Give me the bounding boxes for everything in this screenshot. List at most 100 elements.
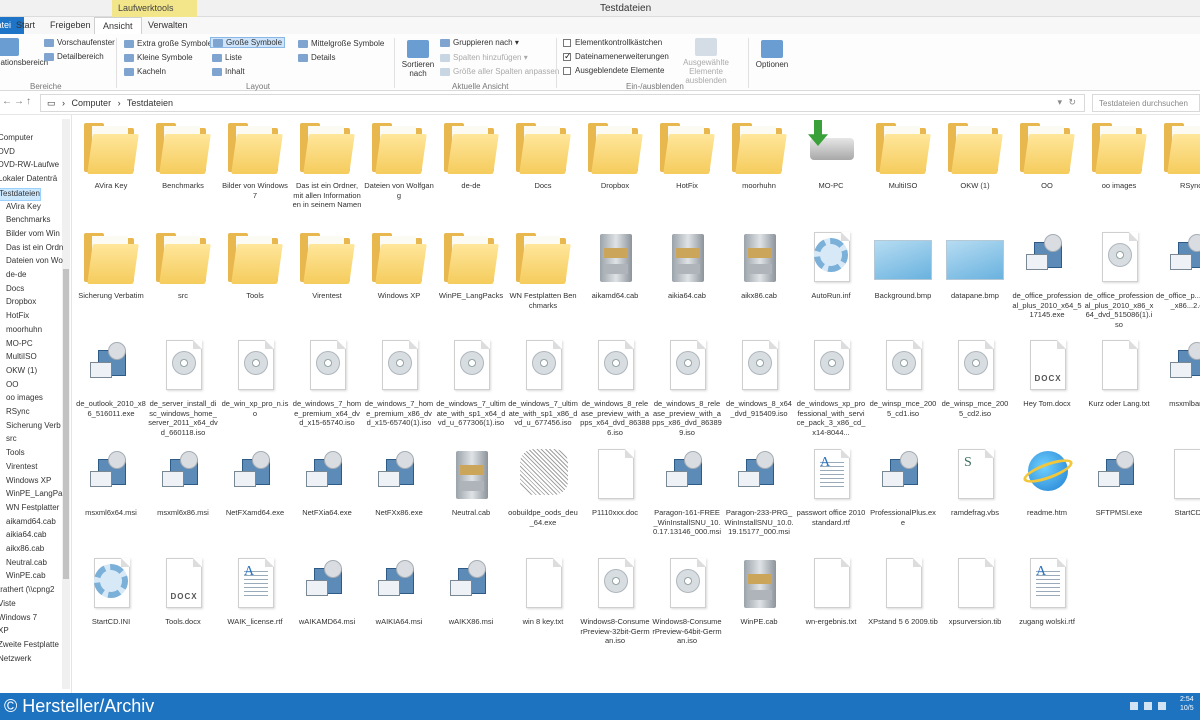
file-item[interactable]: StartCD.INI bbox=[76, 554, 146, 627]
nav-item[interactable]: aikx86.cab bbox=[6, 544, 44, 557]
layout-large-icons[interactable]: Große Symbole bbox=[210, 37, 286, 48]
file-item[interactable]: NetFXamd64.exe bbox=[220, 445, 290, 518]
nav-item[interactable]: DVD bbox=[0, 147, 15, 160]
file-item[interactable]: de_server_install_disc_windows_home_serv… bbox=[148, 336, 218, 437]
tray-flag-icon[interactable] bbox=[1130, 702, 1138, 710]
nav-item[interactable]: Das ist ein Ordn bbox=[6, 243, 63, 256]
file-item[interactable]: Virentest bbox=[292, 228, 362, 301]
nav-item[interactable]: Neutral.cab bbox=[6, 558, 47, 571]
file-item[interactable]: NetFXia64.exe bbox=[292, 445, 362, 518]
back-arrow-icon[interactable]: ← bbox=[2, 96, 12, 107]
options-button[interactable]: Optionen bbox=[754, 40, 790, 69]
file-item[interactable]: aikamd64.cab bbox=[580, 228, 650, 301]
nav-item[interactable]: Netzwerk bbox=[0, 654, 31, 667]
nav-item[interactable]: Dateien von Wo bbox=[6, 256, 63, 269]
tab-start[interactable]: Start bbox=[8, 17, 43, 34]
group-by-button[interactable]: Gruppieren nach ▾ bbox=[440, 38, 519, 47]
file-item[interactable]: MO-PC bbox=[796, 118, 866, 191]
nav-item[interactable]: Docs bbox=[6, 284, 24, 297]
nav-item[interactable]: Lokaler Datenträ bbox=[0, 174, 57, 187]
nav-item[interactable]: Bilder vom Win bbox=[6, 229, 60, 242]
dropdown-icon[interactable]: ▾ bbox=[1057, 97, 1062, 108]
file-item[interactable]: oobuildpe_oods_deu_64.exe bbox=[508, 445, 578, 527]
file-item[interactable]: WinPE.cab bbox=[724, 554, 794, 627]
hide-selected-button[interactable]: Ausgewählte Elemente ausblenden bbox=[670, 38, 742, 85]
file-item[interactable]: msxml6x86.msi bbox=[148, 445, 218, 518]
nav-item[interactable]: HotFix bbox=[6, 311, 29, 324]
nav-item[interactable]: Computer bbox=[0, 133, 33, 146]
layout-list[interactable]: Liste bbox=[212, 53, 242, 62]
nav-item[interactable]: XP bbox=[0, 626, 9, 639]
breadcrumb-computer[interactable]: Computer bbox=[72, 98, 112, 108]
file-item[interactable]: Benchmarks bbox=[148, 118, 218, 191]
nav-item[interactable]: src bbox=[6, 434, 17, 447]
nav-item[interactable]: moorhuhn bbox=[6, 325, 42, 338]
file-item[interactable]: Sicherung Verbatim bbox=[76, 228, 146, 301]
file-item[interactable]: Bilder von Windows 7 bbox=[220, 118, 290, 200]
breadcrumb[interactable]: ▭ › Computer › Testdateien ▾ ↻ bbox=[40, 94, 1085, 112]
file-item[interactable]: Windows XP bbox=[364, 228, 434, 301]
nav-item[interactable]: OO bbox=[6, 380, 18, 393]
file-item[interactable]: msxml6x64.msi bbox=[76, 445, 146, 518]
layout-small-icons[interactable]: Kleine Symbole bbox=[124, 53, 193, 62]
file-item[interactable]: WinPE_LangPacks bbox=[436, 228, 506, 301]
nav-item[interactable]: DVD-RW-Laufwe bbox=[0, 160, 59, 173]
file-item[interactable]: HotFix bbox=[652, 118, 722, 191]
file-item[interactable]: wn-ergebnis.txt bbox=[796, 554, 866, 627]
file-item[interactable]: SFTPMSI.exe bbox=[1084, 445, 1154, 518]
file-item[interactable]: de_windows_7_ultimate_with_sp1_x86_dvd_u… bbox=[508, 336, 578, 428]
file-item[interactable]: OO bbox=[1012, 118, 1082, 191]
layout-details[interactable]: Details bbox=[298, 53, 335, 62]
tray-volume-icon[interactable] bbox=[1158, 702, 1166, 710]
preview-pane-button[interactable]: Vorschaufenster bbox=[44, 38, 115, 47]
file-item[interactable]: wAIKAMD64.msi bbox=[292, 554, 362, 627]
add-columns-button[interactable]: Spalten hinzufügen ▾ bbox=[440, 53, 528, 62]
taskbar-clock[interactable]: 2:54 10/5 bbox=[1180, 695, 1194, 713]
nav-item[interactable]: OKW (1) bbox=[6, 366, 37, 379]
file-item[interactable]: de_windows_8_release_preview_with_apps_x… bbox=[652, 336, 722, 437]
file-item[interactable]: Azugang wolski.rtf bbox=[1012, 554, 1082, 627]
file-item[interactable]: ProfessionalPlus.exe bbox=[868, 445, 938, 527]
file-item[interactable]: NetFXx86.exe bbox=[364, 445, 434, 518]
file-item[interactable]: OKW (1) bbox=[940, 118, 1010, 191]
file-item[interactable]: de_win_xp_pro_n.iso bbox=[220, 336, 290, 418]
nav-item[interactable]: Testdateien bbox=[0, 187, 41, 201]
sort-by-button[interactable]: Sortieren nach bbox=[400, 40, 436, 78]
file-item[interactable]: oo images bbox=[1084, 118, 1154, 191]
nav-item[interactable]: aikamd64.cab bbox=[6, 517, 56, 530]
hidden-items-toggle[interactable]: Ausgeblendete Elemente bbox=[563, 66, 664, 75]
nav-item[interactable]: Windows XP bbox=[6, 476, 51, 489]
file-item[interactable]: de_office_professional_plus_2010_x64_517… bbox=[1012, 228, 1082, 320]
up-arrow-icon[interactable]: ↑ bbox=[26, 96, 31, 107]
forward-arrow-icon[interactable]: → bbox=[14, 96, 24, 107]
file-item[interactable]: Sramdefrag.vbs bbox=[940, 445, 1010, 518]
file-item[interactable]: Das ist ein Ordner, mit allen Informatio… bbox=[292, 118, 362, 210]
file-item[interactable]: RSync bbox=[1156, 118, 1200, 191]
file-item[interactable]: datapane.bmp bbox=[940, 228, 1010, 301]
file-item[interactable]: de_windows_7_ultimate_with_sp1_x64_dvd_u… bbox=[436, 336, 506, 428]
file-item[interactable]: de_windows_7_home_premium_x86_dvd_x15-65… bbox=[364, 336, 434, 428]
file-item[interactable]: A WAIK_license.rtf bbox=[220, 554, 290, 627]
context-tab-drive-tools[interactable]: Laufwerktools bbox=[112, 0, 197, 17]
file-item[interactable]: Kurz oder Lang.txt bbox=[1084, 336, 1154, 409]
tab-view[interactable]: Ansicht bbox=[94, 17, 142, 34]
item-checkboxes-toggle[interactable]: Elementkontrollkästchen bbox=[563, 38, 662, 47]
nav-item[interactable]: Tools bbox=[6, 448, 25, 461]
breadcrumb-testdateien[interactable]: Testdateien bbox=[127, 98, 173, 108]
nav-item[interactable]: Dropbox bbox=[6, 297, 36, 310]
file-item[interactable]: Apasswort office 2010 standard.rtf bbox=[796, 445, 866, 527]
file-item[interactable]: de_windows_8_release_preview_with_apps_x… bbox=[580, 336, 650, 437]
file-item[interactable]: de_winsp_mce_2005_cd2.iso bbox=[940, 336, 1010, 418]
navigation-pane-button[interactable]: Navigationsbereich bbox=[0, 38, 48, 67]
search-input[interactable]: Testdateien durchsuchen bbox=[1092, 94, 1200, 112]
nav-item[interactable]: aikia64.cab bbox=[6, 530, 46, 543]
layout-medium-icons[interactable]: Mittelgroße Symbole bbox=[298, 39, 384, 48]
file-item[interactable]: src bbox=[148, 228, 218, 301]
layout-tiles[interactable]: Kacheln bbox=[124, 67, 166, 76]
file-item[interactable]: Dateien von Wolfgang bbox=[364, 118, 434, 200]
nav-item[interactable]: MO-PC bbox=[6, 339, 33, 352]
nav-item[interactable]: WinPE_LangPa bbox=[6, 489, 62, 502]
nav-item[interactable]: Zweite Festplatte bbox=[0, 640, 59, 653]
file-item[interactable]: StartCD... bbox=[1156, 445, 1200, 518]
file-item[interactable]: msxmlbar...si bbox=[1156, 336, 1200, 409]
